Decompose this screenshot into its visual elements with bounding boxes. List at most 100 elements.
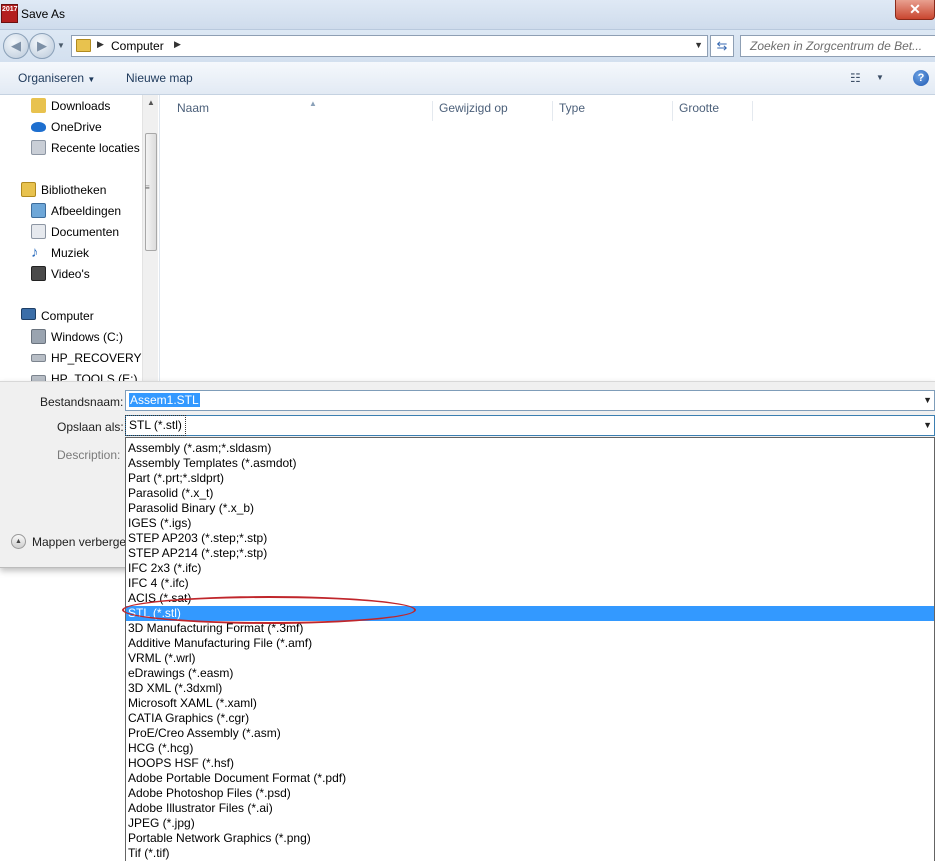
filetype-option[interactable]: 3D Manufacturing Format (*.3mf) bbox=[126, 621, 934, 636]
filename-field[interactable]: Assem1.STL ▼ bbox=[125, 390, 935, 411]
hide-folders-label: Mappen verberge bbox=[32, 535, 127, 549]
column-header-label: Naam bbox=[177, 101, 210, 115]
nav-item-label: Video's bbox=[51, 267, 90, 281]
libraries-icon bbox=[21, 182, 36, 197]
nav-item-label: Muziek bbox=[51, 246, 90, 260]
address-dropdown-icon[interactable]: ▼ bbox=[694, 40, 703, 50]
filetype-option[interactable]: IFC 2x3 (*.ifc) bbox=[126, 561, 934, 576]
command-toolbar: Organiseren ▼ Nieuwe map ☷ ▼ ? bbox=[0, 62, 935, 95]
filetype-option[interactable]: Parasolid Binary (*.x_b) bbox=[126, 501, 934, 516]
search-placeholder: Zoeken in Zorgcentrum de Bet... bbox=[750, 39, 923, 53]
documents-icon bbox=[31, 224, 46, 239]
nav-item-label: Downloads bbox=[51, 99, 111, 113]
column-header-type[interactable]: Type bbox=[553, 101, 673, 121]
close-button[interactable]: ✕ bbox=[895, 0, 935, 20]
help-icon[interactable]: ? bbox=[913, 70, 929, 86]
nav-pane-scrollbar[interactable]: ▲ ≡ bbox=[142, 95, 158, 381]
column-header-label: Type bbox=[559, 101, 586, 115]
change-view-icon[interactable]: ☷ bbox=[850, 71, 861, 85]
filetype-option[interactable]: VRML (*.wrl) bbox=[126, 651, 934, 666]
filetype-option[interactable]: Adobe Illustrator Files (*.ai) bbox=[126, 801, 934, 816]
column-header-name[interactable]: Naam ▲ bbox=[171, 99, 433, 121]
new-folder-button[interactable]: Nieuwe map bbox=[126, 71, 193, 85]
breadcrumb-arrow-icon[interactable]: ▶ bbox=[174, 39, 181, 50]
filetype-option[interactable]: Adobe Portable Document Format (*.pdf) bbox=[126, 771, 934, 786]
filetype-option[interactable]: 3D XML (*.3dxml) bbox=[126, 681, 934, 696]
recent-locations-icon bbox=[31, 140, 46, 155]
filetype-option[interactable]: ProE/Creo Assembly (*.asm) bbox=[126, 726, 934, 741]
filetype-option[interactable]: CATIA Graphics (*.cgr) bbox=[126, 711, 934, 726]
navigation-pane: Downloads OneDrive Recente locaties Bibl… bbox=[0, 95, 158, 381]
nav-item-label: Windows (C:) bbox=[51, 330, 124, 344]
filetype-option[interactable]: Adobe Photoshop Files (*.psd) bbox=[126, 786, 934, 801]
videos-icon bbox=[31, 266, 46, 281]
filetype-option[interactable]: IGES (*.igs) bbox=[126, 516, 934, 531]
filetype-option[interactable]: Assembly (*.asm;*.sldasm) bbox=[126, 441, 934, 456]
filetype-label: Opslaan als: bbox=[57, 420, 124, 434]
filetype-dropdown-list[interactable]: Assembly (*.asm;*.sldasm) Assembly Templa… bbox=[125, 437, 935, 861]
filetype-option[interactable]: HOOPS HSF (*.hsf) bbox=[126, 756, 934, 771]
filetype-option[interactable]: Tif (*.tif) bbox=[126, 846, 934, 861]
filetype-option[interactable]: STL (*.stl) bbox=[126, 606, 934, 621]
breadcrumb-computer[interactable]: Computer bbox=[111, 39, 164, 53]
refresh-button[interactable]: ⇆ bbox=[710, 35, 734, 57]
filetype-option[interactable]: JPEG (*.jpg) bbox=[126, 816, 934, 831]
address-row: ◀ ▶ ▼ ▶ Computer ▶ ▼ ⇆ Zoeken in Zorgcen… bbox=[0, 30, 935, 62]
scrollbar-grip-icon: ≡ bbox=[145, 183, 150, 192]
filetype-option[interactable]: Additive Manufacturing File (*.amf) bbox=[126, 636, 934, 651]
filetype-option[interactable]: Parasolid (*.x_t) bbox=[126, 486, 934, 501]
filetype-option[interactable]: STEP AP203 (*.step;*.stp) bbox=[126, 531, 934, 546]
address-bar[interactable]: ▶ Computer ▶ ▼ bbox=[71, 35, 708, 57]
nav-item-label: OneDrive bbox=[51, 120, 102, 134]
title-bar: 2017 Save As ✕ bbox=[0, 0, 935, 30]
file-list[interactable]: Naam ▲ Gewijzigd op Type Grootte bbox=[159, 95, 935, 381]
filetype-value: STL (*.stl) bbox=[125, 415, 186, 436]
organise-button[interactable]: Organiseren ▼ bbox=[18, 71, 95, 85]
nav-item-label: Afbeeldingen bbox=[51, 204, 122, 218]
filetype-option[interactable]: STEP AP214 (*.step;*.stp) bbox=[126, 546, 934, 561]
scrollbar-thumb[interactable] bbox=[145, 133, 157, 251]
view-options-dropdown-icon[interactable]: ▼ bbox=[876, 73, 884, 82]
filetype-option[interactable]: HCG (*.hcg) bbox=[126, 741, 934, 756]
breadcrumb-arrow-icon[interactable]: ▶ bbox=[97, 39, 104, 50]
filetype-option[interactable]: ACIS (*.sat) bbox=[126, 591, 934, 606]
scroll-up-arrow-icon[interactable]: ▲ bbox=[147, 98, 155, 107]
nav-item-label: Computer bbox=[41, 309, 94, 323]
filename-dropdown-icon[interactable]: ▼ bbox=[923, 395, 932, 405]
folder-icon bbox=[76, 39, 91, 52]
forward-button[interactable]: ▶ bbox=[29, 33, 55, 59]
windows-drive-icon bbox=[31, 329, 46, 344]
search-input[interactable]: Zoeken in Zorgcentrum de Bet... bbox=[740, 35, 935, 57]
filetype-option[interactable]: Microsoft XAML (*.xaml) bbox=[126, 696, 934, 711]
music-icon: ♪ bbox=[31, 244, 39, 261]
nav-item-label: Documenten bbox=[51, 225, 120, 239]
drive-icon bbox=[31, 354, 46, 362]
nav-item-label: Recente locaties bbox=[51, 141, 140, 155]
collapse-up-icon: ▲ bbox=[11, 534, 26, 549]
column-header-label: Gewijzigd op bbox=[439, 101, 508, 115]
onedrive-cloud-icon bbox=[31, 122, 46, 132]
refresh-icon: ⇆ bbox=[716, 38, 728, 53]
filetype-option[interactable]: Part (*.prt;*.sldprt) bbox=[126, 471, 934, 486]
nav-item-label: Bibliotheken bbox=[41, 183, 107, 197]
recent-pages-dropdown-icon[interactable]: ▼ bbox=[57, 41, 65, 50]
chevron-down-icon: ▼ bbox=[87, 75, 96, 84]
solidworks-app-icon: 2017 bbox=[1, 4, 18, 23]
filename-label: Bestandsnaam: bbox=[40, 395, 124, 409]
filetype-option[interactable]: Portable Network Graphics (*.png) bbox=[126, 831, 934, 846]
nav-item-label: HP_TOOLS (E:) bbox=[51, 372, 138, 381]
column-header-label: Grootte bbox=[679, 101, 720, 115]
window-title: Save As bbox=[21, 7, 66, 21]
filetype-dropdown-icon[interactable]: ▼ bbox=[923, 420, 932, 430]
column-header-modified[interactable]: Gewijzigd op bbox=[433, 101, 553, 121]
filetype-option[interactable]: eDrawings (*.easm) bbox=[126, 666, 934, 681]
computer-icon bbox=[21, 308, 36, 320]
filetype-option[interactable]: Assembly Templates (*.asmdot) bbox=[126, 456, 934, 471]
filetype-option[interactable]: IFC 4 (*.ifc) bbox=[126, 576, 934, 591]
filetype-select[interactable]: STL (*.stl) ▼ bbox=[125, 415, 935, 436]
description-label: Description: bbox=[57, 448, 121, 462]
column-header-size[interactable]: Grootte bbox=[673, 101, 753, 121]
pictures-icon bbox=[31, 203, 46, 218]
sort-ascending-icon: ▲ bbox=[309, 99, 317, 108]
back-button[interactable]: ◀ bbox=[3, 33, 29, 59]
